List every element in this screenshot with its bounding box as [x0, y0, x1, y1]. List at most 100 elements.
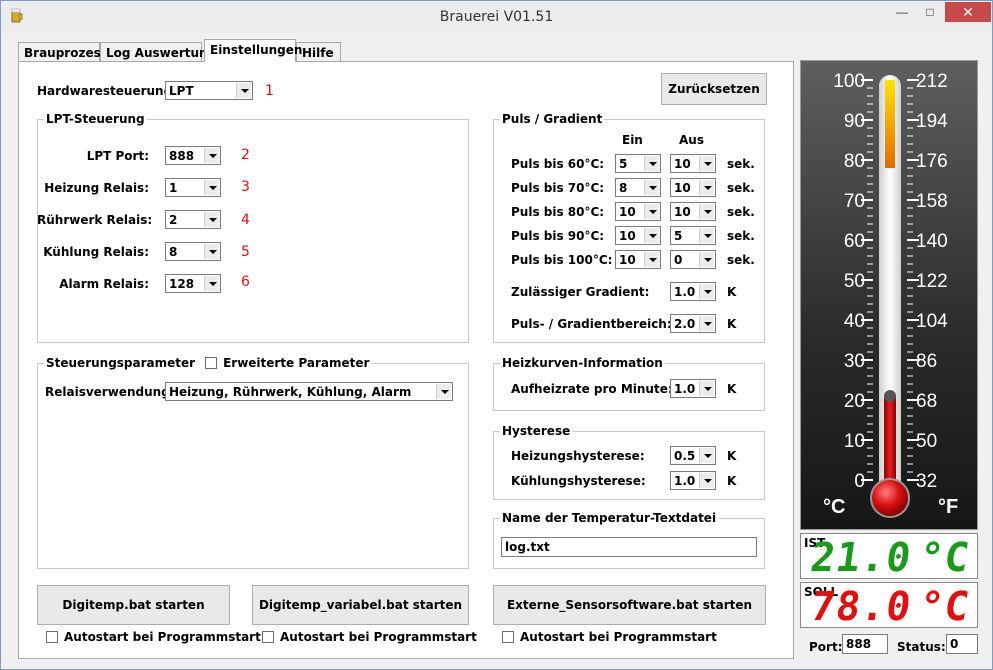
soll-level-bar — [885, 80, 895, 168]
fahrenheit-scale: 212 194 176 158 140 122 104 86 68 50 32 — [916, 71, 948, 492]
puls-70-unit: sek. — [727, 181, 755, 195]
maximize-icon[interactable]: □ — [916, 2, 944, 22]
reset-button[interactable]: Zurücksetzen — [661, 73, 767, 105]
relay-usage-value: Heizung, Rührwerk, Kühlung, Alarm — [169, 385, 412, 399]
autostart-external-checkbox[interactable] — [502, 631, 514, 643]
tab-log-auswertung[interactable]: Log Auswertung — [100, 42, 216, 62]
kuehlung-relais-value: 8 — [169, 245, 178, 259]
chevron-down-icon — [699, 204, 714, 219]
lpt-port-select[interactable]: 888 — [165, 146, 221, 165]
puls-70-aus-value: 10 — [674, 181, 691, 195]
puls-60-aus-value: 10 — [674, 157, 691, 171]
chevron-down-icon — [204, 212, 219, 227]
puls-100-label: Puls bis 100°C: — [511, 253, 613, 267]
extended-params-checkbox[interactable] — [205, 357, 218, 369]
cool-hyst-unit: K — [727, 474, 737, 488]
celsius-tick-label: 80 — [844, 151, 865, 172]
autostart-variabel-checkbox[interactable] — [262, 631, 274, 643]
relay-usage-select[interactable]: Heizung, Rührwerk, Kühlung, Alarm — [165, 382, 453, 401]
puls-90-unit: sek. — [727, 229, 755, 243]
puls-80-aus-select[interactable]: 10 — [670, 202, 716, 221]
chevron-down-icon — [699, 284, 714, 299]
chevron-down-icon — [204, 244, 219, 259]
chevron-down-icon — [699, 381, 714, 396]
celsius-tick-label: 30 — [844, 351, 865, 372]
alarm-relais-value: 128 — [169, 277, 195, 291]
heizrate-select[interactable]: 1.0 — [670, 379, 716, 398]
marker-5: 5 — [241, 244, 250, 260]
relay-usage-label: Relaisverwendung: — [45, 385, 175, 399]
alarm-relais-label: Alarm Relais: — [59, 277, 149, 291]
puls-100-unit: sek. — [727, 253, 755, 267]
cool-hyst-select[interactable]: 1.0 — [670, 471, 716, 490]
puls-90-ein-value: 10 — [619, 229, 636, 243]
heat-hyst-select[interactable]: 0.5 — [670, 446, 716, 465]
puls-100-ein-select[interactable]: 10 — [615, 250, 661, 269]
puls-80-ein-select[interactable]: 10 — [615, 202, 661, 221]
gradient-label: Zulässiger Gradient: — [511, 285, 650, 299]
chevron-down-icon — [436, 384, 451, 399]
heat-hyst-label: Heizungshysterese: — [511, 449, 645, 463]
digitemp-button[interactable]: Digitemp.bat starten — [37, 585, 230, 625]
heat-hyst-value: 0.5 — [674, 449, 696, 463]
fahrenheit-tick-label: 176 — [916, 151, 948, 172]
gradient-value: 1.0 — [674, 285, 696, 299]
textfile-input[interactable]: log.txt — [501, 537, 757, 557]
fahrenheit-tick-label: 122 — [916, 271, 948, 292]
hardware-select[interactable]: LPT — [165, 81, 253, 100]
puls-60-ein-select[interactable]: 5 — [615, 154, 661, 173]
soll-value: 78.0°C — [807, 584, 972, 630]
cool-hyst-label: Kühlungshysterese: — [511, 474, 646, 488]
soll-unit: °C — [915, 584, 973, 630]
puls-90-aus-value: 5 — [674, 229, 683, 243]
puls-100-ein-value: 10 — [619, 253, 636, 267]
heizung-relais-select[interactable]: 1 — [165, 178, 221, 197]
puls-70-aus-select[interactable]: 10 — [670, 178, 716, 197]
ist-number: 21.0 — [807, 535, 915, 581]
celsius-tick-label: 50 — [844, 271, 865, 292]
chevron-down-icon — [644, 252, 659, 267]
puls-70-ein-select[interactable]: 8 — [615, 178, 661, 197]
external-sensor-button[interactable]: Externe_Sensorsoftware.bat starten — [493, 585, 766, 625]
minimize-icon[interactable]: — — [888, 2, 916, 22]
heizrate-unit: K — [727, 382, 737, 396]
puls-60-aus-select[interactable]: 10 — [670, 154, 716, 173]
digitemp-variabel-button[interactable]: Digitemp_variabel.bat starten — [252, 585, 469, 625]
chevron-down-icon — [699, 228, 714, 243]
puls-90-ein-select[interactable]: 10 — [615, 226, 661, 245]
puls-100-aus-value: 0 — [674, 253, 683, 267]
close-icon[interactable]: ✕ — [945, 2, 991, 22]
celsius-tick-label: 40 — [844, 311, 865, 332]
port-value: 888 — [846, 637, 872, 651]
port-label: Port: — [809, 640, 843, 654]
col-aus-label: Aus — [679, 133, 704, 147]
heat-hyst-unit: K — [727, 449, 737, 463]
extended-params-label: Erweiterte Parameter — [223, 356, 370, 370]
tab-brauprozess[interactable]: Brauprozess — [18, 42, 108, 62]
fahrenheit-tick-label: 194 — [916, 111, 948, 132]
puls-90-aus-select[interactable]: 5 — [670, 226, 716, 245]
alarm-relais-select[interactable]: 128 — [165, 274, 221, 293]
puls-100-aus-select[interactable]: 0 — [670, 250, 716, 269]
chevron-down-icon — [644, 228, 659, 243]
marker-3: 3 — [241, 179, 250, 195]
gradient-select[interactable]: 1.0 — [670, 282, 716, 301]
ist-value: 21.0°C — [807, 535, 972, 581]
chevron-down-icon — [236, 83, 251, 98]
tab-einstellungen[interactable]: Einstellungen — [204, 39, 302, 62]
ist-display: IST 21.0°C — [800, 533, 978, 581]
ist-unit: °C — [915, 535, 973, 581]
fahrenheit-tick-label: 32 — [916, 471, 937, 492]
tab-hilfe[interactable]: Hilfe — [296, 42, 341, 62]
fahrenheit-tick-label: 158 — [916, 191, 948, 212]
chevron-down-icon — [699, 316, 714, 331]
ruehrwerk-relais-select[interactable]: 2 — [165, 210, 221, 229]
fahrenheit-tick-label: 212 — [916, 71, 948, 92]
puls-60-label: Puls bis 60°C: — [511, 157, 605, 171]
autostart-digitemp-checkbox[interactable] — [46, 631, 58, 643]
hardware-label: Hardwaresteuerung: — [37, 84, 177, 98]
marker-6: 6 — [241, 274, 250, 290]
puls-80-label: Puls bis 80°C: — [511, 205, 605, 219]
range-select[interactable]: 2.0 — [670, 314, 716, 333]
kuehlung-relais-select[interactable]: 8 — [165, 242, 221, 261]
